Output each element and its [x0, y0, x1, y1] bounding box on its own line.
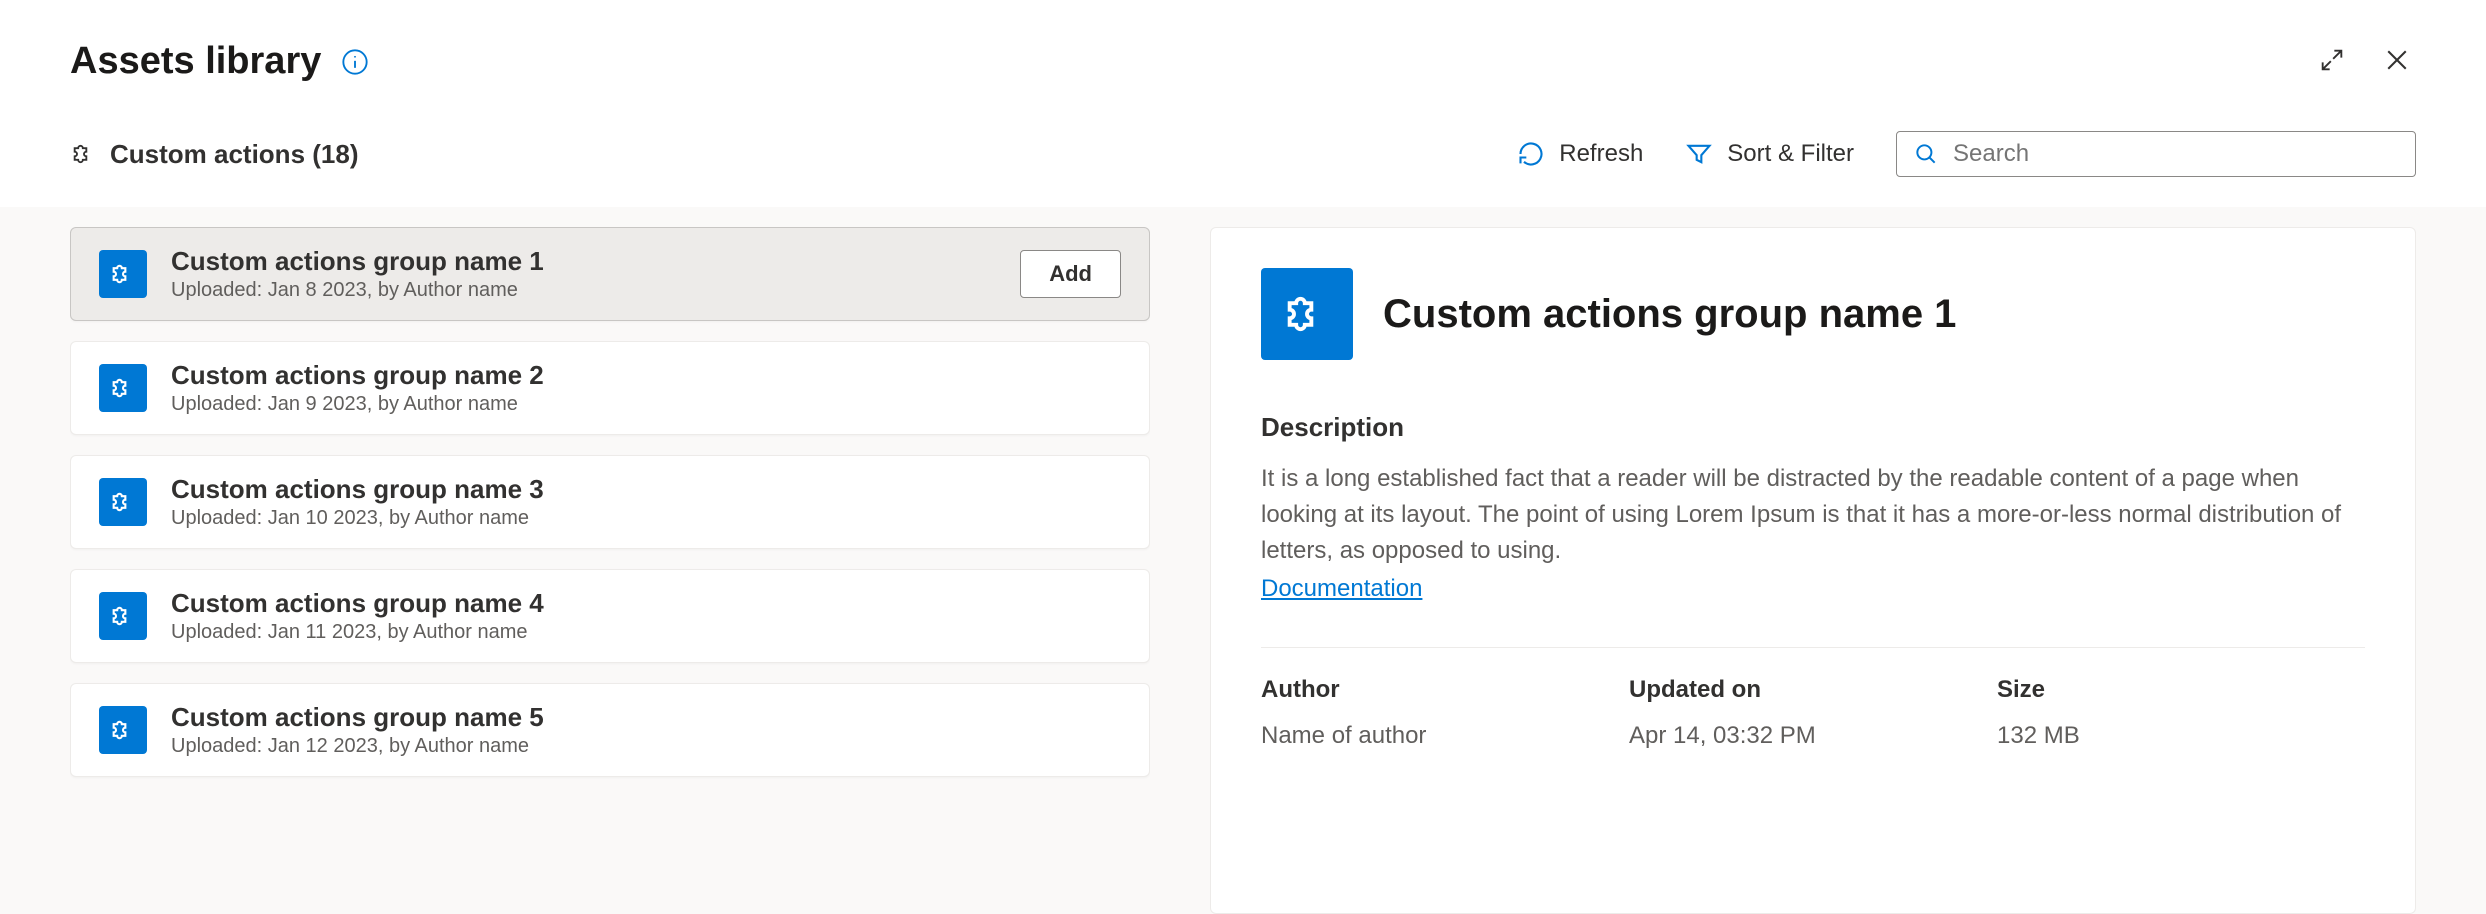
author-label: Author	[1261, 676, 1629, 704]
documentation-link[interactable]: Documentation	[1261, 575, 1422, 603]
refresh-button[interactable]: Refresh	[1517, 140, 1643, 168]
puzzle-icon	[99, 478, 147, 526]
puzzle-icon	[99, 592, 147, 640]
item-title: Custom actions group name 3	[171, 474, 1121, 505]
refresh-label: Refresh	[1559, 140, 1643, 168]
search-input[interactable]	[1953, 140, 2399, 168]
item-title: Custom actions group name 1	[171, 246, 996, 277]
sort-filter-label: Sort & Filter	[1727, 140, 1854, 168]
list-item[interactable]: Custom actions group name 4 Uploaded: Ja…	[70, 569, 1150, 663]
sort-filter-button[interactable]: Sort & Filter	[1685, 140, 1854, 168]
close-button[interactable]	[2378, 41, 2416, 82]
expand-button[interactable]	[2314, 42, 2350, 81]
item-subtitle: Uploaded: Jan 8 2023, by Author name	[171, 279, 996, 302]
category-label: Custom actions (18)	[110, 139, 359, 170]
item-title: Custom actions group name 4	[171, 588, 1121, 619]
description-text: It is a long established fact that a rea…	[1261, 461, 2365, 569]
size-label: Size	[1997, 676, 2365, 704]
item-title: Custom actions group name 5	[171, 702, 1121, 733]
list-panel: Custom actions group name 1 Uploaded: Ja…	[70, 227, 1150, 914]
item-title: Custom actions group name 2	[171, 360, 1121, 391]
search-box[interactable]	[1896, 131, 2416, 177]
updated-label: Updated on	[1629, 676, 1997, 704]
puzzle-icon	[99, 706, 147, 754]
item-subtitle: Uploaded: Jan 10 2023, by Author name	[171, 507, 1121, 530]
puzzle-icon	[1261, 268, 1353, 360]
divider	[1261, 647, 2365, 648]
size-value: 132 MB	[1997, 722, 2365, 750]
author-value: Name of author	[1261, 722, 1629, 750]
puzzle-icon	[99, 364, 147, 412]
list-item[interactable]: Custom actions group name 1 Uploaded: Ja…	[70, 227, 1150, 321]
info-icon[interactable]	[341, 48, 369, 76]
updated-value: Apr 14, 03:32 PM	[1629, 722, 1997, 750]
search-icon	[1913, 141, 1939, 167]
description-label: Description	[1261, 412, 2365, 443]
list-item[interactable]: Custom actions group name 3 Uploaded: Ja…	[70, 455, 1150, 549]
list-item[interactable]: Custom actions group name 2 Uploaded: Ja…	[70, 341, 1150, 435]
refresh-icon	[1517, 140, 1545, 168]
item-subtitle: Uploaded: Jan 12 2023, by Author name	[171, 735, 1121, 758]
add-button[interactable]: Add	[1020, 250, 1121, 298]
filter-icon	[1685, 140, 1713, 168]
detail-title: Custom actions group name 1	[1383, 292, 1956, 337]
item-subtitle: Uploaded: Jan 11 2023, by Author name	[171, 621, 1121, 644]
puzzle-icon	[99, 250, 147, 298]
puzzle-icon	[70, 140, 98, 168]
page-title: Assets library	[70, 40, 321, 83]
item-subtitle: Uploaded: Jan 9 2023, by Author name	[171, 393, 1121, 416]
list-item[interactable]: Custom actions group name 5 Uploaded: Ja…	[70, 683, 1150, 777]
detail-panel: Custom actions group name 1 Description …	[1210, 227, 2416, 914]
